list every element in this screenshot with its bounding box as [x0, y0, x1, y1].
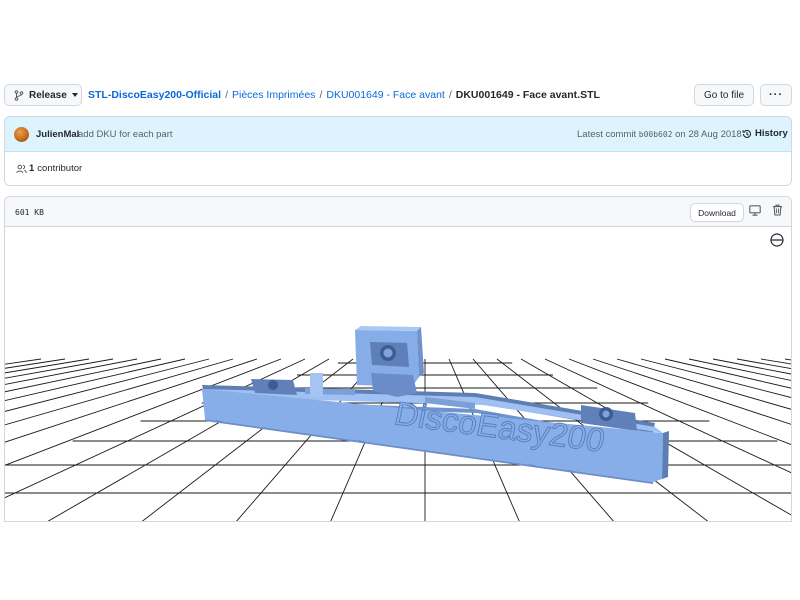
grid-line — [5, 358, 90, 374]
trash-icon[interactable] — [772, 204, 783, 216]
file-size: 601 KB — [15, 208, 44, 217]
breadcrumb-separator: / — [448, 89, 452, 101]
contributors-row: 1 contributor — [5, 152, 791, 185]
commit-info-box: JulienMal add DKU for each part Latest c… — [4, 116, 792, 186]
more-options-button[interactable]: ··· — [760, 84, 792, 106]
breadcrumb-repo-link[interactable]: STL-DiscoEasy200-Official — [88, 89, 221, 101]
breadcrumb-folder1-link[interactable]: Pièces Imprimées — [232, 89, 315, 101]
commit-sha-link[interactable]: b00b602 — [639, 130, 673, 139]
commit-message[interactable]: add DKU for each part — [78, 129, 173, 140]
branch-label: Release — [29, 89, 67, 101]
branch-select-button[interactable]: Release — [4, 84, 82, 106]
grid-line — [5, 358, 138, 385]
breadcrumb: STL-DiscoEasy200-Official / Pièces Imprimé… — [88, 89, 600, 101]
wireframe-toggle-icon[interactable] — [770, 233, 784, 247]
grid-line — [5, 358, 66, 369]
commit-author-link[interactable]: JulienMal — [36, 129, 79, 140]
chevron-down-icon — [71, 93, 78, 97]
latest-commit-info: Latest commit b00b602 on 28 Aug 2018 — [577, 129, 742, 140]
people-icon — [16, 164, 27, 173]
breadcrumb-folder2-link[interactable]: DKU001649 - Face avant — [326, 89, 444, 101]
history-link[interactable]: History — [742, 128, 788, 139]
history-icon — [742, 129, 751, 138]
desktop-icon[interactable] — [749, 205, 761, 216]
contributors-link[interactable]: 1 contributor — [16, 163, 82, 174]
grid-line — [784, 358, 791, 361]
stl-3d-viewer[interactable]: DiscoEasy200 — [5, 227, 791, 521]
grid-line — [760, 358, 791, 365]
grid-line — [5, 358, 234, 426]
breadcrumb-current-file: DKU001649 - Face avant.STL — [455, 89, 600, 101]
contributor-count: 1 — [29, 163, 35, 174]
file-navigation-bar: Release STL-DiscoEasy200-Official / Pièces… — [4, 84, 792, 106]
grid-line — [712, 358, 791, 375]
git-branch-icon — [14, 89, 24, 101]
file-viewer-box: 601 KB Download DiscoEasy200 — [4, 196, 792, 522]
avatar[interactable] — [14, 127, 29, 142]
contributor-label: contributor — [37, 163, 83, 174]
commit-date: on 28 Aug 2018 — [675, 129, 742, 140]
model-scene: DiscoEasy200 — [5, 326, 791, 521]
grid-line — [736, 358, 791, 370]
grid-line — [664, 358, 791, 389]
grid-line — [5, 358, 210, 412]
grid-line — [5, 358, 114, 379]
go-to-file-button[interactable]: Go to file — [694, 84, 754, 106]
file-header: 601 KB Download — [5, 197, 791, 227]
latest-commit-prefix: Latest commit — [577, 129, 637, 140]
breadcrumb-separator: / — [319, 89, 323, 101]
grid-line — [5, 358, 162, 393]
history-label: History — [755, 128, 788, 139]
download-button[interactable]: Download — [690, 203, 744, 222]
grid-line — [688, 358, 791, 381]
grid-line — [5, 358, 186, 402]
breadcrumb-separator: / — [225, 89, 228, 101]
latest-commit-row: JulienMal add DKU for each part Latest c… — [5, 117, 791, 152]
stl-model: DiscoEasy200 — [202, 326, 669, 484]
